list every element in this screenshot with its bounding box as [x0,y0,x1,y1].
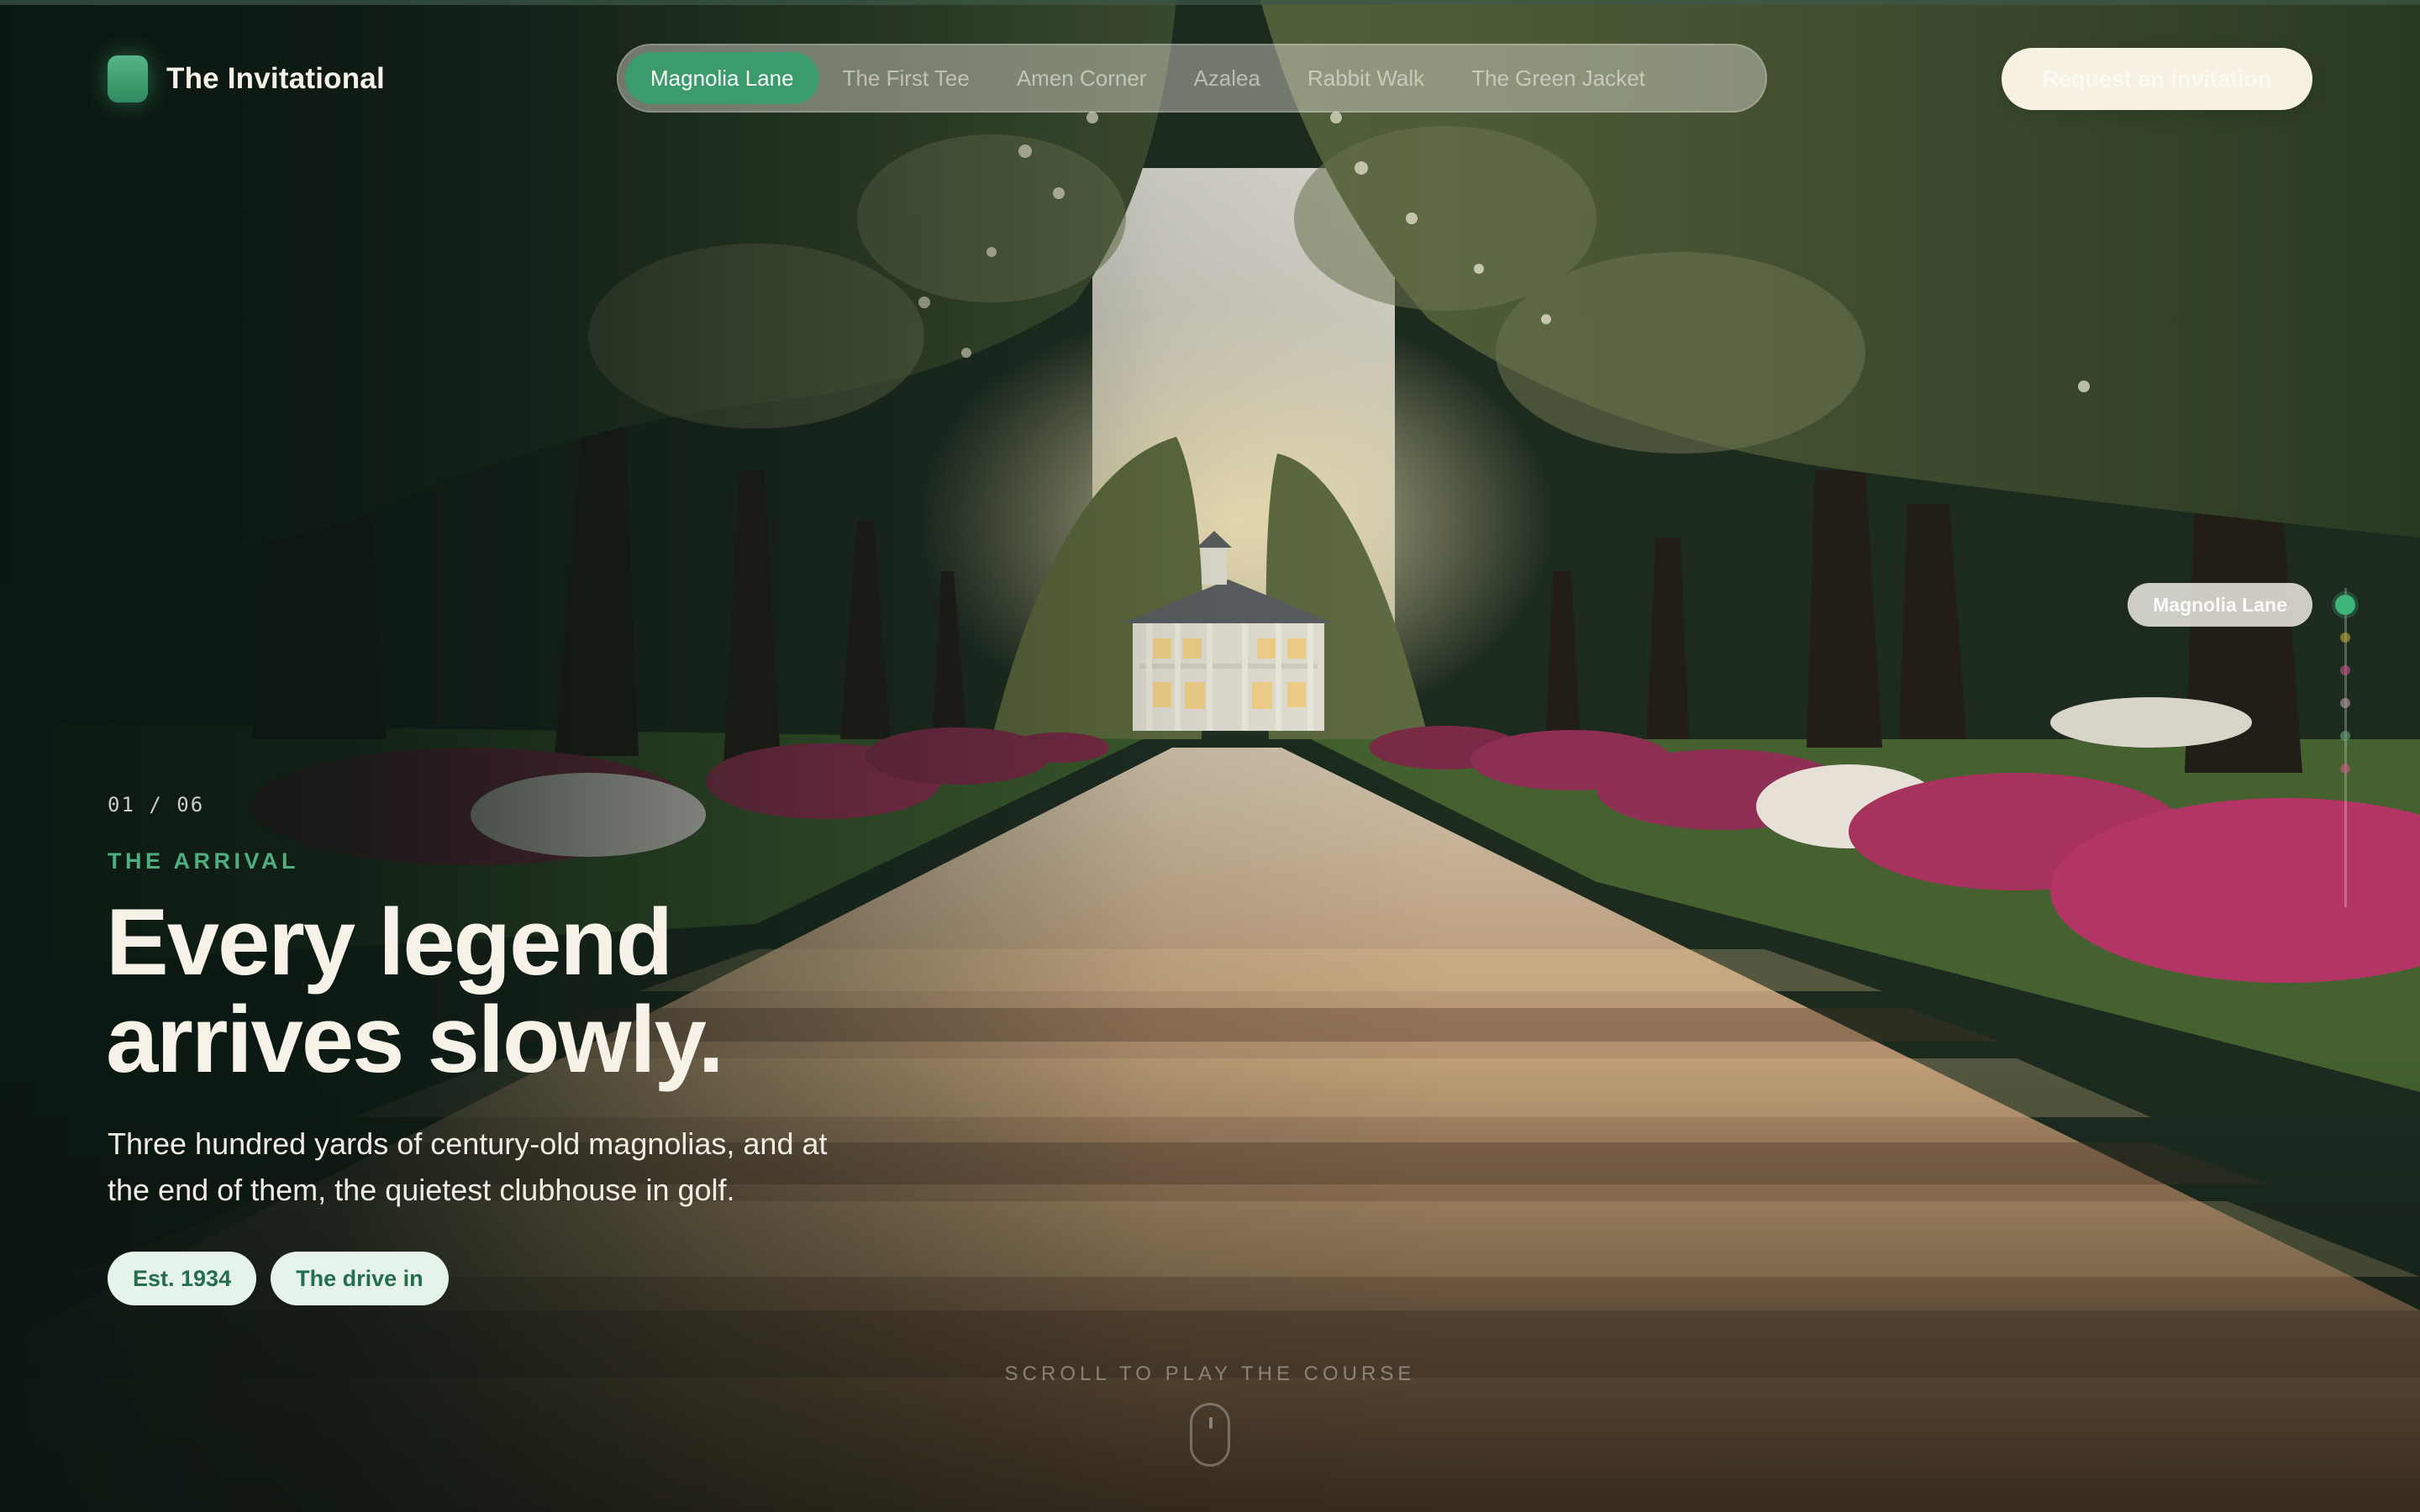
nav-item-the-green-jacket[interactable]: The Green Jacket [1448,52,1669,104]
nav-item-azalea[interactable]: Azalea [1170,52,1284,104]
hero-subtext: Three hundred yards of century-old magno… [108,1126,828,1207]
hero-tags: Est. 1934 The drive in [108,1252,449,1305]
chapter-dot-6[interactable] [2340,764,2350,774]
nav-item-the-first-tee[interactable]: The First Tee [819,52,993,104]
tag-established: Est. 1934 [108,1252,257,1305]
brand-logo-icon [108,55,148,102]
scroll-mouse-icon [1190,1403,1230,1467]
brand-name: The Invitational [166,62,385,95]
brand-link[interactable]: The Invitational [108,55,385,102]
chapter-counter: 01 / 06 [108,793,205,816]
hero-headline: Every legend arrives slowly. [106,894,1030,1089]
chapter-eyebrow: THE ARRIVAL [108,848,299,874]
request-invitation-button[interactable]: Request an invitation [2002,48,2312,110]
hero-headline-line-2: arrives slowly. [106,987,724,1092]
hero-headline-line-1: Every legend [106,890,673,995]
tag-the-drive-in: The drive in [271,1252,449,1305]
chapter-dot-5[interactable] [2340,731,2350,741]
top-progress-line [0,0,2420,5]
scroll-hint-label: SCROLL TO PLAY THE COURSE [1004,1362,1416,1385]
chapter-dot-1[interactable] [2335,595,2355,615]
chapter-dot-2[interactable] [2340,633,2350,643]
chapter-dot-3[interactable] [2340,665,2350,675]
chapter-dot-4[interactable] [2340,698,2350,708]
scroll-wheel-icon [1209,1417,1213,1429]
nav-item-amen-corner[interactable]: Amen Corner [993,52,1171,104]
nav-item-rabbit-walk[interactable]: Rabbit Walk [1284,52,1448,104]
rail-current-label: Magnolia Lane [2128,583,2312,627]
nav-item-magnolia-lane[interactable]: Magnolia Lane [625,52,819,104]
chapter-nav: Magnolia Lane The First Tee Amen Corner … [617,44,1767,113]
